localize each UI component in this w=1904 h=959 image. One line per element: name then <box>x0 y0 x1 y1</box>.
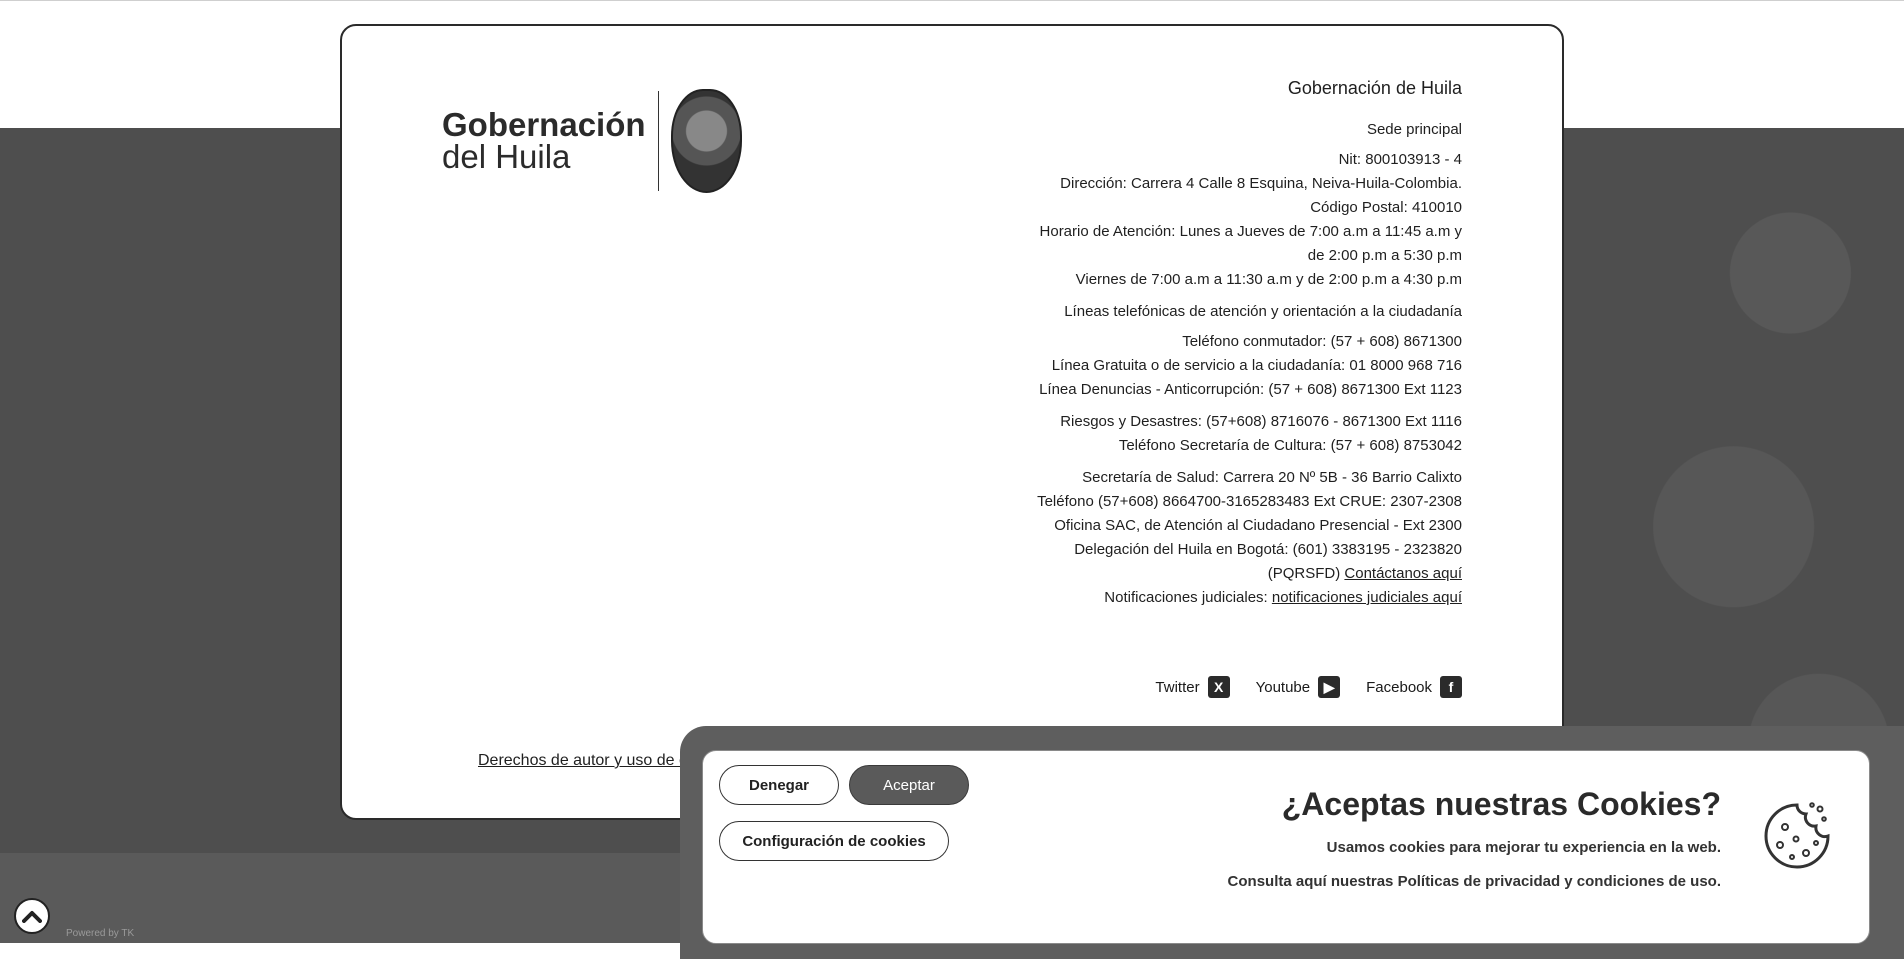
deny-cookies-button[interactable]: Denegar <box>719 765 839 805</box>
salud-line: Secretaría de Salud: Carrera 20 Nº 5B - … <box>1082 469 1462 486</box>
sede-line: de 2:00 p.m a 5:30 p.m <box>1307 247 1462 264</box>
sede-block: Sede principal Nit: 800103913 - 4 Direcc… <box>902 118 1462 292</box>
youtube-icon: ▶ <box>1318 676 1341 698</box>
coat-of-arms-icon <box>671 89 742 193</box>
youtube-link[interactable]: ▶ Youtube <box>1256 676 1341 698</box>
twitter-icon: X <box>1207 676 1230 698</box>
lineas-title: Líneas telefónicas de atención y orienta… <box>1064 303 1462 320</box>
lineas-line: Línea Denuncias - Anticorrupción: (57 + … <box>1039 381 1462 398</box>
powered-by-text: Powered by TK <box>66 928 135 939</box>
org-name: Gobernación de Huila <box>1287 78 1462 98</box>
twitter-link[interactable]: X Twitter <box>1155 676 1230 698</box>
notificaciones-label: Notificaciones judiciales: <box>1104 589 1272 606</box>
salud-line: Delegación del Huila en Bogotá: (601) 33… <box>1074 541 1462 558</box>
sede-title: Sede principal <box>1366 121 1462 138</box>
logo-line1: Gobernación <box>442 106 646 143</box>
riesgos-block: Riesgos y Desastres: (57+608) 8716076 - … <box>902 410 1462 458</box>
lineas-line: Teléfono conmutador: (57 + 608) 8671300 <box>1182 333 1462 350</box>
pqrsfd-label: (PQRSFD) <box>1267 565 1345 582</box>
logo-divider <box>657 91 660 191</box>
gobernacion-logo[interactable]: Gobernación del Huila <box>442 76 742 206</box>
riesgos-line: Riesgos y Desastres: (57+608) 8716076 - … <box>1060 413 1462 430</box>
social-links: f Facebook ▶ Youtube X Twitter <box>1155 676 1462 698</box>
cookie-icon <box>1764 802 1830 869</box>
notificaciones-link[interactable]: notificaciones judiciales aquí <box>1272 589 1462 606</box>
contact-info: Gobernación de Huila Sede principal Nit:… <box>902 76 1462 618</box>
cookie-settings-button[interactable]: Configuración de cookies <box>719 821 949 861</box>
riesgos-line: Teléfono Secretaría de Cultura: (57 + 60… <box>1118 437 1462 454</box>
sede-line: Nit: 800103913 - 4 <box>1338 151 1462 168</box>
salud-line: Oficina SAC, de Atención al Ciudadano Pr… <box>1054 517 1462 534</box>
sede-line: Horario de Atención: Lunes a Jueves de 7… <box>1039 223 1462 240</box>
footer-card: Gobernación del Huila Gobernación de Hui… <box>340 24 1564 820</box>
scroll-to-top-button[interactable] <box>14 898 50 934</box>
salud-block: Secretaría de Salud: Carrera 20 Nº 5B - … <box>902 466 1462 610</box>
facebook-label: Facebook <box>1366 678 1432 696</box>
accept-cookies-button[interactable]: Aceptar <box>849 765 969 805</box>
logo-text: Gobernación del Huila <box>442 106 646 175</box>
youtube-label: Youtube <box>1255 678 1311 696</box>
cookie-title: ¿Aceptas nuestras Cookies? <box>1281 786 1721 822</box>
twitter-label: Twitter <box>1155 678 1200 696</box>
lineas-block: Líneas telefónicas de atención y orienta… <box>902 300 1462 402</box>
chevron-up-icon <box>22 911 42 923</box>
notificaciones-line: Notificaciones judiciales: notificacione… <box>902 586 1462 610</box>
sede-line: Dirección: Carrera 4 Calle 8 Esquina, Ne… <box>1060 175 1462 192</box>
lineas-line: Línea Gratuita o de servicio a la ciudad… <box>1051 357 1462 374</box>
salud-line: Teléfono (57+608) 8664700-3165283483 Ext… <box>1037 493 1462 510</box>
cookie-policy-text[interactable]: Consulta aquí nuestras Políticas de priv… <box>1228 873 1721 890</box>
facebook-icon: f <box>1440 676 1462 698</box>
facebook-link[interactable]: f Facebook <box>1366 676 1462 698</box>
cookie-banner: ¿Aceptas nuestras Cookies? Usamos cookie… <box>702 750 1870 944</box>
pqrsfd-link[interactable]: Contáctanos aquí <box>1344 565 1462 582</box>
sede-line: Código Postal: 410010 <box>1310 199 1462 216</box>
sede-line: Viernes de 7:00 a.m a 11:30 a.m y de 2:0… <box>1075 271 1462 288</box>
logo-line2: del Huila <box>442 138 571 175</box>
pqrsfd-line: (PQRSFD) Contáctanos aquí <box>902 562 1462 586</box>
cookie-description: Usamos cookies para mejorar tu experienc… <box>1326 839 1721 856</box>
